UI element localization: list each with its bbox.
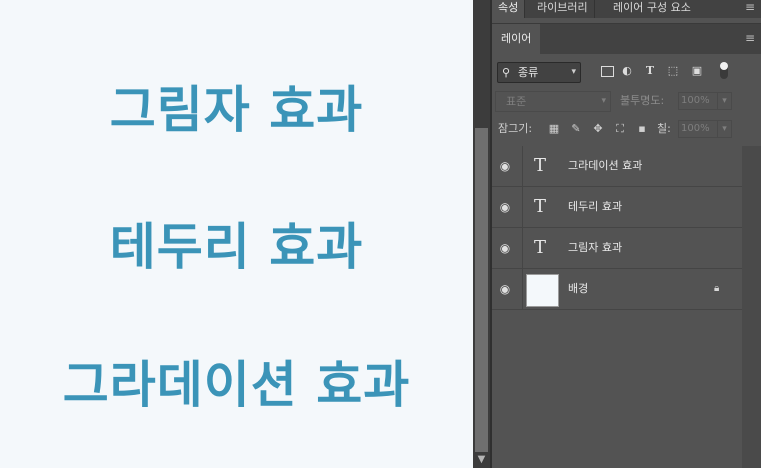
chevron-down-icon: ▾ <box>571 67 576 77</box>
tab-layers[interactable]: 레이어 <box>492 24 541 54</box>
layer-row[interactable]: ◉ T 그림자 효과 <box>492 228 742 269</box>
lock-icon[interactable]: 🔒︎ <box>714 282 719 296</box>
layer-name[interactable]: 배경 <box>568 269 588 309</box>
lock-transparent-pixels-icon[interactable]: ▦ <box>548 123 560 135</box>
text-layer-icon: T <box>534 196 547 217</box>
text-layer-icon: T <box>534 237 547 258</box>
eye-icon[interactable]: ◉ <box>498 200 512 214</box>
blend-row: 표준 ▾ 불투명도: 100% ▾ <box>492 90 761 112</box>
tab-properties[interactable]: 속성 <box>492 0 526 18</box>
panel-menu-icon[interactable]: ≡ <box>745 0 755 14</box>
lock-all-icon[interactable]: ▪ <box>636 123 648 135</box>
eye-icon[interactable]: ◉ <box>498 241 512 255</box>
search-icon: ⚲ <box>502 66 511 79</box>
layers-tab-bar: 레이어 ≡ <box>492 23 761 54</box>
layer-name[interactable]: 그림자 효과 <box>568 228 622 268</box>
fill-input[interactable]: 100% <box>678 120 718 138</box>
layers-panel-scrollbar[interactable] <box>742 146 761 468</box>
shape-filter-icon[interactable]: ⬚ <box>666 64 680 78</box>
lock-position-icon[interactable]: ✥ <box>592 123 604 135</box>
layer-divider <box>522 187 523 227</box>
tab-libraries[interactable]: 라이브러리 <box>531 0 595 18</box>
layers-panel-menu-icon[interactable]: ≡ <box>745 31 755 45</box>
layer-divider <box>522 269 523 309</box>
lock-label: 잠그기: <box>498 122 533 135</box>
lock-image-pixels-icon[interactable]: ✎ <box>570 123 582 135</box>
filter-kind-select[interactable]: ⚲ 종류 ▾ <box>497 62 581 83</box>
filter-toggle-switch[interactable] <box>720 62 728 79</box>
document-canvas[interactable]: 그림자 효과 테두리 효과 그라데이션 효과 <box>0 0 473 468</box>
canvas-text-stroke-effect: 테두리 효과 <box>109 218 364 276</box>
layer-divider <box>522 146 523 186</box>
layer-row-background[interactable]: ◉ 배경 🔒︎ <box>492 269 742 310</box>
opacity-input[interactable]: 100% <box>678 92 718 110</box>
blend-mode-select[interactable]: 표준 ▾ <box>495 91 611 112</box>
layer-name[interactable]: 테두리 효과 <box>568 187 622 227</box>
opacity-chevron-icon[interactable]: ▾ <box>717 92 732 110</box>
fill-label: 칠: <box>657 122 671 135</box>
blend-mode-value: 표준 <box>506 95 527 108</box>
type-filter-icon[interactable]: T <box>643 64 657 78</box>
smart-object-filter-icon[interactable]: ▣ <box>690 64 704 78</box>
layer-filter-row: ⚲ 종류 ▾ ◐ T ⬚ ▣ <box>492 60 761 84</box>
layer-name[interactable]: 그라데이션 효과 <box>568 146 642 186</box>
adjustment-filter-icon[interactable]: ◐ <box>620 64 634 78</box>
eye-icon[interactable]: ◉ <box>498 159 512 173</box>
lock-artboard-icon[interactable]: ⛶ <box>614 123 626 135</box>
eye-icon[interactable]: ◉ <box>498 282 512 296</box>
chevron-down-icon: ▾ <box>601 96 606 106</box>
canvas-text-shadow-effect: 그림자 효과 <box>109 81 364 139</box>
canvas-text-gradient-effect: 그라데이션 효과 <box>62 356 411 414</box>
layers-list: ◉ T 그라데이션 효과 ◉ T 테두리 효과 ◉ T 그림자 효과 ◉ 배경 … <box>492 146 742 310</box>
fill-chevron-icon[interactable]: ▾ <box>717 120 732 138</box>
top-tab-bar: 속성 라이브러리 레이어 구성 요소 ≡ <box>492 0 761 18</box>
layer-thumbnail <box>526 274 559 307</box>
panels-dock: 속성 라이브러리 레이어 구성 요소 ≡ 레이어 ≡ ⚲ 종류 ▾ ◐ T ⬚ … <box>490 0 761 468</box>
layer-divider <box>522 228 523 268</box>
layer-row[interactable]: ◉ T 그라데이션 효과 <box>492 146 742 187</box>
filter-kind-label: 종류 <box>518 66 539 79</box>
pixel-filter-icon[interactable] <box>601 66 614 77</box>
canvas-scrollbar[interactable]: ▼ <box>473 0 490 468</box>
scroll-down-arrow-icon[interactable]: ▼ <box>473 452 490 468</box>
opacity-label: 불투명도: <box>620 94 665 107</box>
text-layer-icon: T <box>534 155 547 176</box>
layer-row[interactable]: ◉ T 테두리 효과 <box>492 187 742 228</box>
scrollbar-thumb[interactable] <box>475 128 488 452</box>
lock-row: 잠그기: ▦ ✎ ✥ ⛶ ▪ 칠: 100% ▾ <box>492 118 761 140</box>
tab-layer-comps[interactable]: 레이어 구성 요소 <box>607 0 697 18</box>
